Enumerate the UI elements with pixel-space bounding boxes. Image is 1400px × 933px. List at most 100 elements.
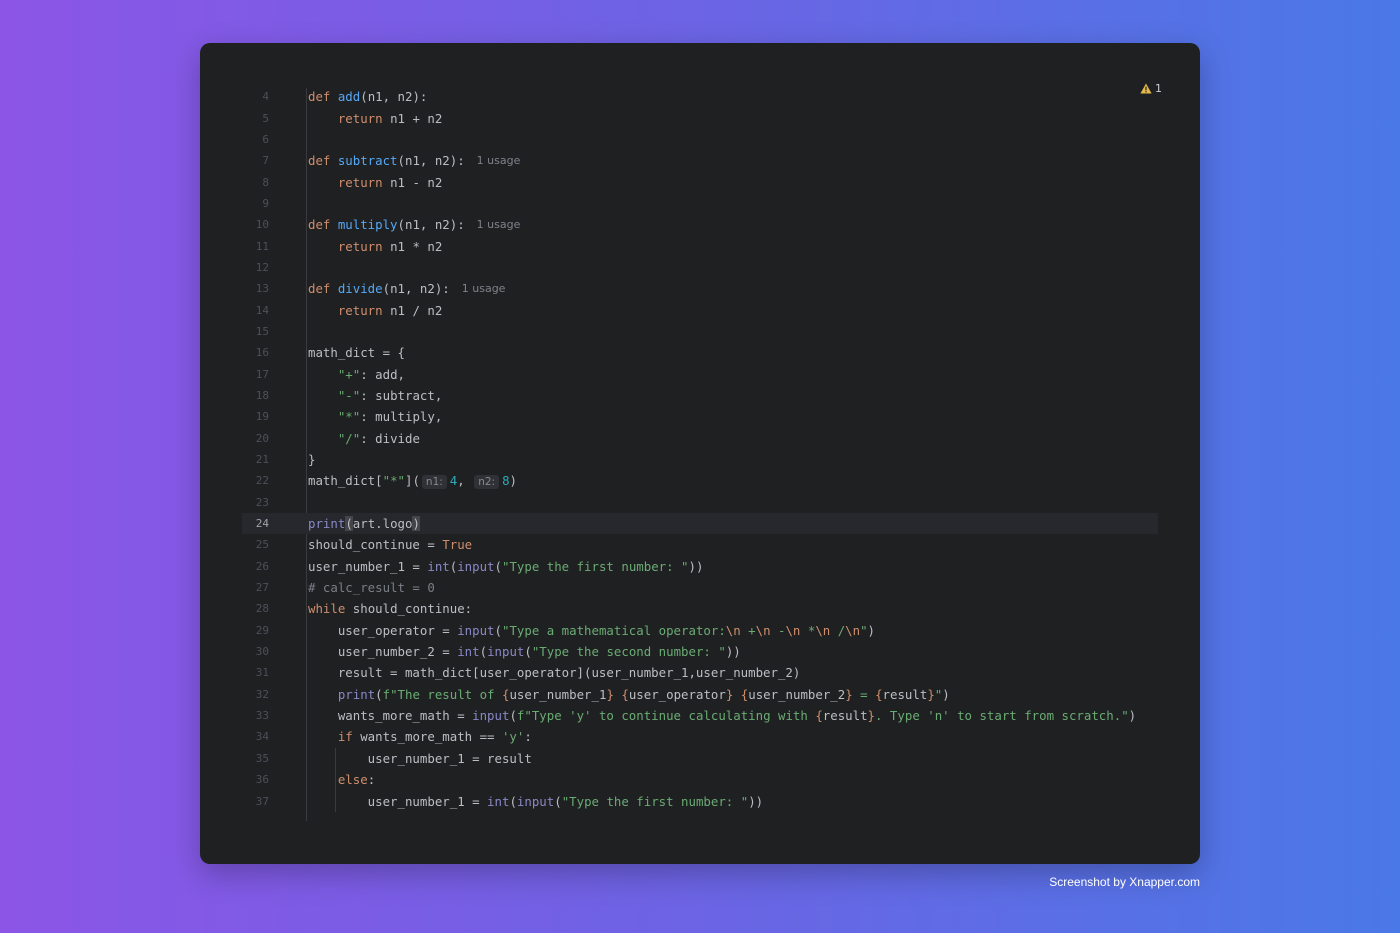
- code-text: return n1 - n2: [308, 175, 442, 190]
- line-number: 24: [255, 517, 269, 531]
- code-token: \n: [785, 622, 801, 638]
- code-line[interactable]: 7 def subtract(n1, n2): 1 usage: [242, 150, 1158, 171]
- code-token: user_number_1: [509, 686, 607, 702]
- code-token: 'y': [501, 729, 525, 745]
- line-number: 12: [255, 260, 269, 274]
- code-token: user_number_1 = result: [308, 750, 532, 766]
- code-text: result = math_dict[user_operator](user_n…: [308, 665, 801, 681]
- code-token: =: [852, 686, 876, 702]
- code-line[interactable]: 21}: [242, 449, 1158, 470]
- code-line[interactable]: 19 "*": multiply,: [242, 406, 1158, 427]
- code-token: result = math_dict[user_operator](user_n…: [308, 665, 801, 681]
- code-area[interactable]: 4 def add(n1, n2): 5 return n1 + n2 6 7 def s…: [242, 86, 1158, 812]
- code-line[interactable]: 5 return n1 + n2: [242, 107, 1158, 128]
- code-line[interactable]: 27 # calc_result = 0: [242, 577, 1158, 598]
- code-token: (n1, n2):: [397, 217, 465, 233]
- code-token: if: [337, 729, 353, 745]
- code-token: user_number_2: [748, 686, 846, 702]
- code-line[interactable]: 6: [242, 129, 1158, 150]
- code-line[interactable]: 15: [242, 321, 1158, 342]
- code-line[interactable]: 33 wants_more_math = input(f"Type 'y' to…: [242, 705, 1158, 726]
- code-token: (: [509, 708, 517, 724]
- code-token: input: [457, 622, 495, 638]
- code-line[interactable]: 20 "/": divide: [242, 428, 1158, 449]
- code-text: print(f"The result of {user_number_1} {u…: [308, 687, 950, 702]
- code-line[interactable]: 25 should_continue = True: [242, 534, 1158, 555]
- line-number: 20: [255, 431, 269, 445]
- code-token: (: [345, 516, 353, 532]
- code-line[interactable]: 36 else:: [242, 769, 1158, 790]
- code-token: subtract: [337, 153, 398, 169]
- code-token: multiply: [337, 217, 398, 233]
- code-token: {: [621, 686, 629, 702]
- code-line[interactable]: 35 user_number_1 = result: [242, 748, 1158, 769]
- code-token: \n: [755, 622, 771, 638]
- code-token: divide: [337, 281, 383, 297]
- code-token: user_operator: [628, 686, 726, 702]
- usage-hint[interactable]: 1 usage: [462, 282, 506, 295]
- line-number: 17: [255, 367, 269, 381]
- code-line[interactable]: 31 result = math_dict[user_operator](use…: [242, 662, 1158, 683]
- code-line[interactable]: 11 return n1 * n2: [242, 235, 1158, 256]
- line-number: 25: [255, 538, 269, 552]
- code-line[interactable]: 32 print(f"The result of {user_number_1}…: [242, 684, 1158, 705]
- code-token: (: [554, 793, 562, 809]
- line-number: 15: [255, 324, 269, 338]
- code-token: input: [516, 793, 555, 809]
- code-token: \n: [725, 622, 741, 638]
- code-token: wants_more_math =: [308, 708, 473, 724]
- code-line[interactable]: 10 def multiply(n1, n2): 1 usage: [242, 214, 1158, 235]
- code-line[interactable]: 17 "+": add,: [242, 363, 1158, 384]
- code-line[interactable]: 4 def add(n1, n2):: [242, 86, 1158, 107]
- code-line[interactable]: 22 math_dict["*"](n1: 4, n2: 8): [242, 470, 1158, 491]
- code-editor-window: 1 4 def add(n1, n2): 5 return n1 + n2 6 7 def…: [200, 43, 1200, 864]
- code-text: def divide(n1, n2):: [308, 281, 450, 296]
- code-text: math_dict["*"](n1: 4, n2: 8): [308, 473, 517, 490]
- code-line[interactable]: 29 user_operator = input("Type a mathema…: [242, 620, 1158, 641]
- code-text: math_dict = {: [308, 345, 405, 360]
- code-line[interactable]: 28 while should_continue:: [242, 598, 1158, 619]
- code-token: add: [337, 89, 361, 105]
- code-line[interactable]: 24 print(art.logo): [242, 512, 1158, 535]
- line-number: 9: [262, 196, 269, 210]
- line-number: 7: [262, 154, 269, 168]
- code-line[interactable]: 12: [242, 257, 1158, 278]
- code-token: : add,: [360, 366, 405, 382]
- code-token: ): [942, 686, 950, 702]
- code-token: def: [308, 217, 338, 233]
- line-number: 28: [255, 602, 269, 616]
- code-token: math_dict[: [308, 473, 383, 489]
- code-line[interactable]: 16 math_dict = {: [242, 342, 1158, 363]
- code-text: "*": multiply,: [308, 409, 442, 424]
- code-token: \n: [845, 622, 861, 638]
- code-line[interactable]: 9: [242, 193, 1158, 214]
- code-line[interactable]: 18 "-": subtract,: [242, 385, 1158, 406]
- code-token: ): [412, 516, 420, 532]
- code-token: # calc_result = 0: [308, 580, 435, 596]
- code-line[interactable]: 30 user_number_2 = int(input("Type the s…: [242, 641, 1158, 662]
- code-line[interactable]: 13 def divide(n1, n2): 1 usage: [242, 278, 1158, 299]
- usage-hint[interactable]: 1 usage: [477, 154, 521, 167]
- line-number: 35: [255, 751, 269, 765]
- code-token: def: [308, 153, 338, 169]
- code-line[interactable]: 37 user_number_1 = int(input("Type the f…: [242, 790, 1158, 811]
- code-text: # calc_result = 0: [308, 580, 435, 595]
- code-line[interactable]: 34 if wants_more_math == 'y':: [242, 726, 1158, 747]
- usage-hint[interactable]: 1 usage: [477, 218, 521, 231]
- code-token: +: [740, 622, 756, 638]
- code-text: else:: [308, 772, 375, 787]
- code-line[interactable]: 14 return n1 / n2: [242, 299, 1158, 320]
- code-token: return: [337, 174, 383, 190]
- code-token: def: [308, 89, 338, 105]
- code-line[interactable]: 26 user_number_1 = int(input("Type the fi…: [242, 556, 1158, 577]
- code-text: return n1 + n2: [308, 111, 442, 126]
- code-token: }: [927, 686, 935, 702]
- line-number: 19: [255, 410, 269, 424]
- code-line[interactable]: 23: [242, 492, 1158, 513]
- code-token: ": [860, 622, 868, 638]
- code-token: (: [375, 686, 383, 702]
- code-line[interactable]: 8 return n1 - n2: [242, 171, 1158, 192]
